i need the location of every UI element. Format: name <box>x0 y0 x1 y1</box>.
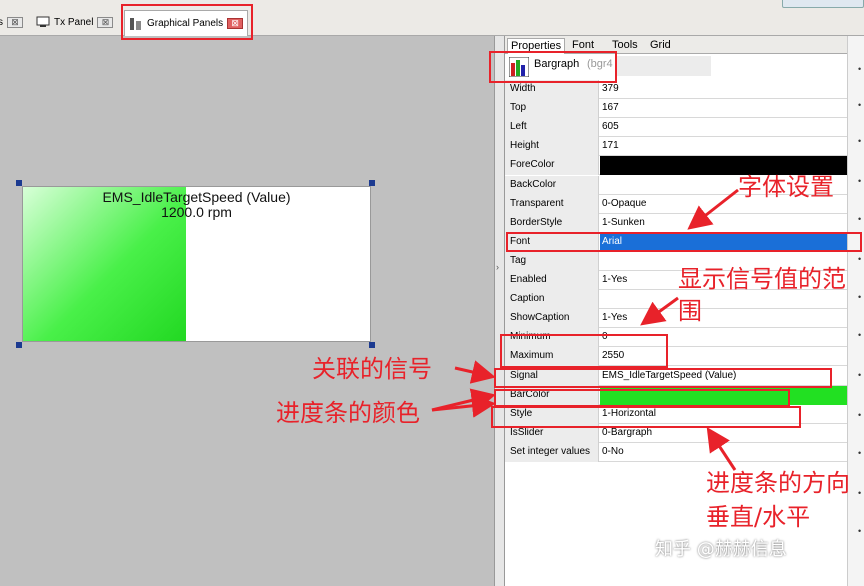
annotation-bar-color: 进度条的颜色 <box>276 399 420 427</box>
annotation-arrows <box>431 188 739 471</box>
annotation-range-1: 显示信号值的范 <box>678 265 846 293</box>
watermark: 知乎 @赫赫信息 <box>655 539 787 560</box>
annotation-signal: 关联的信号 <box>312 355 432 383</box>
annotation-direction-1: 进度条的方向 <box>706 469 850 497</box>
annotation-font: 字体设置 <box>738 173 834 201</box>
annotation-range-2: 围 <box>678 297 702 325</box>
annotation-direction-2: 垂直/水平 <box>706 503 811 531</box>
